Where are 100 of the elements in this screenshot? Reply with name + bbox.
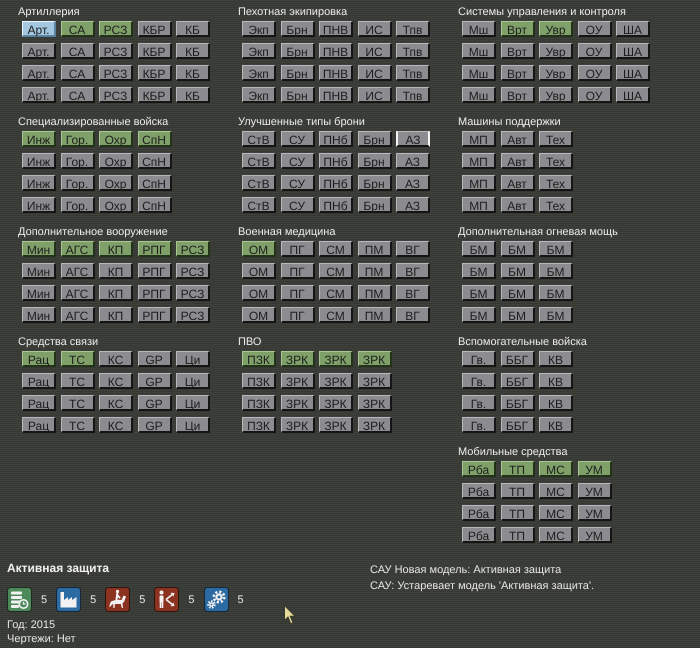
tech-button[interactable]: ИС	[358, 21, 392, 37]
tech-button[interactable]: Охр	[99, 197, 133, 213]
tech-button[interactable]: ПНб	[319, 131, 353, 147]
tech-button[interactable]: ША	[616, 65, 650, 81]
tech-button[interactable]: Охр	[99, 175, 133, 191]
tech-button[interactable]: Мш	[462, 87, 496, 103]
tech-button[interactable]: Гор.	[60, 131, 94, 147]
tech-button[interactable]: СпН	[138, 175, 172, 191]
tech-button[interactable]: Гв.	[462, 417, 496, 433]
tech-button[interactable]: Увр	[539, 87, 573, 103]
tech-button[interactable]: ПГ	[280, 285, 314, 301]
tech-button[interactable]: Гор.	[60, 175, 94, 191]
tech-button[interactable]: СА	[60, 43, 94, 59]
tech-button[interactable]: Арт.	[22, 21, 56, 37]
tech-button[interactable]: Гор.	[60, 197, 94, 213]
tech-button[interactable]: ВГ	[396, 307, 430, 323]
tech-button[interactable]: ПГ	[280, 263, 314, 279]
tech-button[interactable]: ББГ	[500, 373, 534, 389]
tech-button[interactable]: РПГ	[138, 285, 172, 301]
tech-button[interactable]: ЗРК	[358, 351, 392, 367]
tech-button[interactable]: ЗРК	[280, 373, 314, 389]
tech-button[interactable]: ПНВ	[319, 87, 353, 103]
tech-button[interactable]: ПНВ	[319, 21, 353, 37]
tech-button[interactable]: ВГ	[396, 285, 430, 301]
tech-button[interactable]: СтВ	[242, 197, 276, 213]
tech-button[interactable]: ПНб	[319, 197, 353, 213]
tech-button[interactable]: ОМ	[242, 285, 276, 301]
tech-button[interactable]: КБР	[138, 87, 172, 103]
tech-button[interactable]: БМ	[462, 285, 496, 301]
tech-button[interactable]: Брн	[358, 175, 392, 191]
tech-button[interactable]: ПМ	[358, 241, 392, 257]
tech-button[interactable]: КС	[99, 351, 133, 367]
tech-button[interactable]: АГС	[60, 307, 94, 323]
tech-button[interactable]: СА	[60, 87, 94, 103]
tech-button[interactable]: Мин	[22, 285, 56, 301]
tech-button[interactable]: ЗРК	[319, 351, 353, 367]
tech-button[interactable]: БМ	[539, 263, 573, 279]
tech-button[interactable]: Ци	[176, 373, 210, 389]
tech-button[interactable]: ЗРК	[358, 373, 392, 389]
tech-button[interactable]: КБ	[176, 65, 210, 81]
tech-button[interactable]: Арт.	[22, 65, 56, 81]
tech-button[interactable]: КС	[99, 395, 133, 411]
tech-button[interactable]: СА	[60, 65, 94, 81]
tech-button[interactable]: АГС	[60, 263, 94, 279]
tech-button[interactable]: ЗРК	[319, 395, 353, 411]
tech-button[interactable]: УМ	[578, 527, 612, 543]
tech-button[interactable]: Гв.	[462, 373, 496, 389]
tech-button[interactable]: ПГ	[280, 307, 314, 323]
tech-button[interactable]: Инж	[22, 197, 56, 213]
tech-button[interactable]: РПГ	[138, 307, 172, 323]
tech-button[interactable]: КБР	[138, 65, 172, 81]
tech-button[interactable]: БМ	[462, 263, 496, 279]
tech-button[interactable]: Тпв	[396, 43, 430, 59]
tech-button[interactable]: РСЗ	[176, 263, 210, 279]
tech-button[interactable]: АГС	[60, 285, 94, 301]
tech-button[interactable]: СтВ	[242, 131, 276, 147]
tech-button[interactable]: ОМ	[242, 307, 276, 323]
tech-button[interactable]: Рац	[22, 395, 56, 411]
tech-button[interactable]: Инж	[22, 131, 56, 147]
tech-button[interactable]: ТС	[60, 417, 94, 433]
tech-button[interactable]: Рац	[22, 417, 56, 433]
tech-button[interactable]: ИС	[358, 87, 392, 103]
tech-button[interactable]: Рац	[22, 351, 56, 367]
tech-button[interactable]: КБ	[176, 87, 210, 103]
tech-button[interactable]: Тех	[539, 197, 573, 213]
tech-button[interactable]: КБР	[138, 43, 172, 59]
tech-button[interactable]: ББГ	[500, 351, 534, 367]
tech-button[interactable]: Авт	[500, 175, 534, 191]
tech-button[interactable]: ТП	[500, 483, 534, 499]
tech-button[interactable]: БМ	[462, 241, 496, 257]
tech-button[interactable]: МП	[462, 197, 496, 213]
tech-button[interactable]: Брн	[280, 43, 314, 59]
tech-button[interactable]: МС	[539, 483, 573, 499]
tech-button[interactable]: Рац	[22, 373, 56, 389]
tech-button[interactable]: ПЗК	[242, 373, 276, 389]
tech-button[interactable]: Врт	[500, 43, 534, 59]
tech-button[interactable]: АЗ	[396, 131, 430, 147]
tech-button[interactable]: Экп	[242, 87, 276, 103]
tech-button[interactable]: БМ	[500, 307, 534, 323]
tech-button[interactable]: Инж	[22, 175, 56, 191]
tech-button[interactable]: БМ	[539, 307, 573, 323]
tech-button[interactable]: ПНВ	[319, 65, 353, 81]
tech-button[interactable]: ША	[616, 43, 650, 59]
tech-button[interactable]: РСЗ	[99, 87, 133, 103]
tech-button[interactable]: МС	[539, 527, 573, 543]
tech-button[interactable]: Увр	[539, 65, 573, 81]
tech-button[interactable]: РСЗ	[176, 285, 210, 301]
tech-button[interactable]: ИС	[358, 65, 392, 81]
tech-button[interactable]: ОУ	[578, 65, 612, 81]
tech-button[interactable]: GP	[138, 417, 172, 433]
tech-button[interactable]: СМ	[319, 241, 353, 257]
tech-button[interactable]: АЗ	[396, 197, 430, 213]
tech-button[interactable]: СпН	[138, 197, 172, 213]
tech-button[interactable]: СУ	[280, 175, 314, 191]
tech-button[interactable]: МП	[462, 131, 496, 147]
tech-button[interactable]: СА	[60, 21, 94, 37]
tech-button[interactable]: Охр	[99, 153, 133, 169]
tech-button[interactable]: МП	[462, 175, 496, 191]
tech-button[interactable]: РСЗ	[99, 43, 133, 59]
tech-button[interactable]: Гв.	[462, 351, 496, 367]
